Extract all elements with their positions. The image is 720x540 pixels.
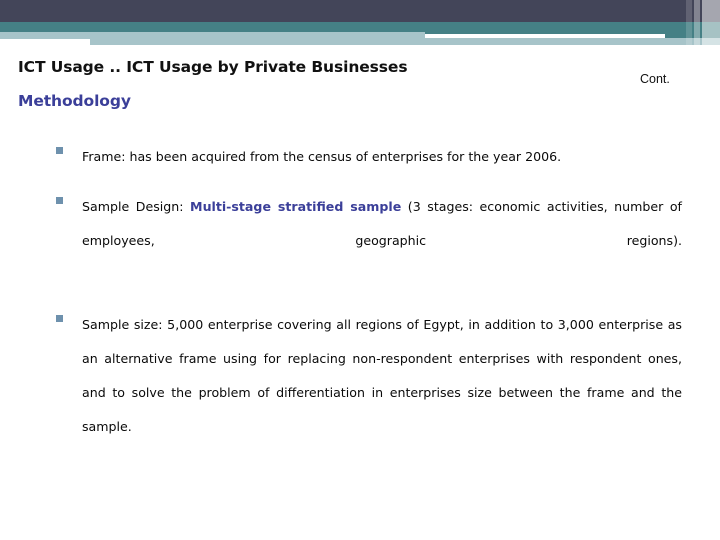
- slide-title: ICT Usage .. ICT Usage by Private Busine…: [18, 58, 408, 76]
- bullet-text-sample-size: Sample size: 5,000 enterprise covering a…: [82, 308, 682, 478]
- bullet-text-frame: Frame: has been acquired from the census…: [82, 140, 682, 174]
- square-bullet-icon: [56, 315, 63, 322]
- banner-band-lightblue-left: [0, 32, 425, 39]
- bullet-item-sample-design: Sample Design: Multi-stage stratified sa…: [56, 190, 682, 292]
- banner-vertical-stripe-3: [702, 0, 720, 46]
- plain-text: Frame: has been acquired from the census…: [82, 149, 562, 164]
- continuation-label: Cont.: [640, 72, 670, 86]
- bullet-item-sample-size: Sample size: 5,000 enterprise covering a…: [56, 308, 682, 478]
- bullet-item-frame: Frame: has been acquired from the census…: [56, 140, 682, 174]
- slide-body: Frame: has been acquired from the census…: [56, 140, 682, 494]
- plain-text: Sample Design:: [82, 199, 191, 214]
- slide-top-banner: [0, 0, 720, 46]
- emphasised-text: Multi-stage stratified sample: [190, 199, 402, 214]
- bullet-text-sample-design: Sample Design: Multi-stage stratified sa…: [82, 190, 682, 292]
- banner-vertical-stripe-1: [686, 0, 692, 46]
- square-bullet-icon: [56, 147, 63, 154]
- banner-band-dark-slate: [0, 0, 720, 22]
- banner-band-lightblue-right: [425, 38, 720, 45]
- square-bullet-icon: [56, 197, 63, 204]
- slide-subtitle: Methodology: [18, 92, 131, 110]
- plain-text: Sample size: 5,000 enterprise covering a…: [82, 317, 682, 434]
- banner-vertical-stripe-2: [694, 0, 700, 46]
